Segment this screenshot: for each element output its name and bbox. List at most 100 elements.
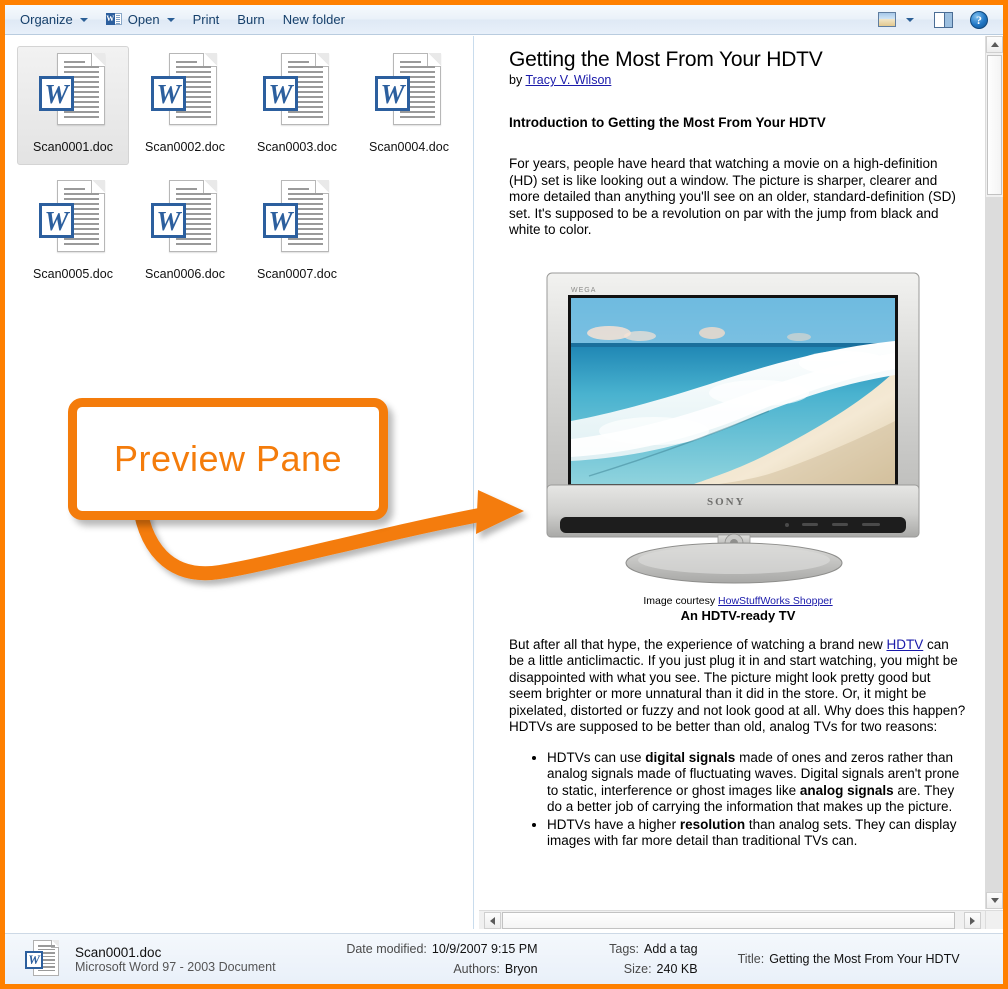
scroll-down-button[interactable]: [986, 892, 1003, 909]
chevron-down-icon: [166, 17, 175, 22]
file-name-label: Scan0004.doc: [369, 140, 449, 154]
scroll-up-button[interactable]: [986, 36, 1003, 53]
hdtv-illustration: WEGA SONY: [546, 272, 920, 583]
show-preview-pane-button[interactable]: [929, 8, 957, 32]
title-label: Title:: [737, 952, 765, 966]
image-courtesy: Image courtesy HowStuffWorks Shopper: [509, 595, 967, 607]
organize-label: Organize: [20, 12, 73, 27]
tags-label: Tags:: [609, 942, 640, 956]
date-modified-label: Date modified:: [346, 942, 427, 956]
preview-pane: Getting the Most From Your HDTV by Tracy…: [479, 36, 1003, 929]
chevron-down-icon: [906, 17, 914, 22]
image-courtesy-prefix: Image courtesy: [643, 594, 719, 607]
bullet-2-part-1: resolution: [679, 816, 746, 832]
date-modified-value: 10/9/2007 9:15 PM: [431, 942, 538, 956]
preview-document: Getting the Most From Your HDTV by Tracy…: [479, 36, 985, 909]
details-status-bar: W Scan0001.doc Microsoft Word 97 - 2003 …: [5, 933, 1003, 984]
triangle-up-icon: [990, 42, 999, 47]
bullet-1-part-0: HDTVs can use: [547, 749, 646, 765]
scroll-left-button[interactable]: [484, 912, 501, 929]
vertical-scroll-thumb[interactable]: [987, 55, 1002, 195]
file-name-label: Scan0005.doc: [33, 267, 113, 281]
new-folder-label: New folder: [282, 12, 345, 27]
document-heading: Introduction to Getting the Most From Yo…: [509, 115, 826, 130]
organize-button[interactable]: Organize: [11, 8, 97, 32]
file-item-scan0007[interactable]: W Scan0007.doc: [241, 173, 353, 292]
document-paragraph-1: For years, people have heard that watchi…: [509, 156, 956, 237]
document-title: Getting the Most From Your HDTV: [509, 48, 823, 71]
word-document-icon: W: [151, 180, 219, 262]
list-item: HDTVs can use digital signals made of on…: [547, 750, 967, 816]
tags-row: Tags: Add a tag: [578, 939, 698, 959]
word-badge: W: [39, 203, 74, 238]
bullet-1-part-1: digital signals: [645, 749, 736, 765]
help-button[interactable]: ?: [965, 8, 993, 32]
word-badge: W: [105, 13, 115, 25]
toolbar: Organize W Open Print Burn New folder ?: [5, 5, 1003, 35]
open-label: Open: [127, 12, 160, 27]
preview-vertical-scrollbar[interactable]: [985, 36, 1003, 909]
file-name-label: Scan0006.doc: [145, 267, 225, 281]
svg-text:SONY: SONY: [707, 496, 746, 508]
file-item-scan0003[interactable]: W Scan0003.doc: [241, 46, 353, 165]
scroll-right-button[interactable]: [964, 912, 981, 929]
word-document-icon: W: [39, 180, 107, 262]
annotation-callout: Preview Pane: [68, 398, 388, 520]
date-modified-row: Date modified: 10/9/2007 9:15 PM: [338, 939, 538, 959]
authors-row: Authors: Bryon: [338, 959, 538, 979]
image-courtesy-link[interactable]: HowStuffWorks Shopper: [718, 595, 833, 607]
change-view-dropdown[interactable]: [901, 8, 919, 32]
size-label: Size:: [623, 962, 652, 976]
metadata-group-tags-size: Tags: Add a tag Size: 240 KB: [578, 939, 698, 979]
author-link[interactable]: Tracy V. Wilson: [525, 73, 611, 87]
help-icon: ?: [970, 10, 988, 29]
file-name-label: Scan0003.doc: [257, 140, 337, 154]
word-document-icon: W: [263, 53, 331, 135]
file-summary: Scan0001.doc Microsoft Word 97 - 2003 Do…: [75, 945, 276, 974]
open-button[interactable]: W Open: [97, 8, 184, 32]
word-document-icon: W: [263, 180, 331, 262]
word-badge: W: [39, 76, 74, 111]
word-badge: W: [151, 203, 186, 238]
paragraph-2-part-a: But after all that hype, the experience …: [509, 636, 887, 652]
chevron-down-icon: [79, 17, 88, 22]
preview-pane-icon: [933, 11, 953, 28]
new-folder-button[interactable]: New folder: [274, 8, 354, 32]
tv-image: WEGA SONY: [509, 271, 967, 589]
size-row: Size: 240 KB: [578, 959, 698, 979]
print-label: Print: [192, 12, 220, 27]
burn-button[interactable]: Burn: [228, 8, 273, 32]
change-view-button[interactable]: [873, 8, 901, 32]
bullet-1-part-3: analog signals: [799, 782, 894, 798]
list-item: HDTVs have a higher resolution than anal…: [547, 817, 967, 850]
file-item-scan0001[interactable]: W Scan0001.doc: [17, 46, 129, 165]
title-row: Title: Getting the Most From Your HDTV: [738, 949, 960, 969]
word-document-icon: W: [151, 53, 219, 135]
file-item-scan0006[interactable]: W Scan0006.doc: [129, 173, 241, 292]
status-file-type: Microsoft Word 97 - 2003 Document: [75, 959, 276, 974]
title-value[interactable]: Getting the Most From Your HDTV: [769, 949, 959, 969]
bullet-2-part-0: HDTVs have a higher: [547, 816, 680, 832]
tags-value[interactable]: Add a tag: [644, 939, 698, 959]
document-byline: by Tracy V. Wilson: [509, 73, 967, 87]
document-bullet-list: HDTVs can use digital signals made of on…: [509, 750, 967, 850]
file-item-scan0002[interactable]: W Scan0002.doc: [129, 46, 241, 165]
word-lines: [114, 13, 122, 25]
print-button[interactable]: Print: [184, 8, 229, 32]
preview-horizontal-scrollbar[interactable]: [479, 910, 985, 929]
word-badge: W: [263, 203, 298, 238]
horizontal-scroll-thumb[interactable]: [502, 912, 955, 929]
hdtv-link[interactable]: HDTV: [887, 637, 924, 652]
size-value: 240 KB: [656, 962, 698, 976]
file-item-scan0004[interactable]: W Scan0004.doc: [353, 46, 465, 165]
annotation-label: Preview Pane: [113, 438, 343, 479]
authors-value[interactable]: Bryon: [505, 959, 538, 979]
metadata-group-date-authors: Date modified: 10/9/2007 9:15 PM Authors…: [338, 939, 538, 979]
file-item-scan0005[interactable]: W Scan0005.doc: [17, 173, 129, 292]
views-icon: [878, 12, 896, 27]
burn-label: Burn: [237, 12, 265, 27]
word-document-icon: W: [25, 939, 61, 979]
svg-text:WEGA: WEGA: [571, 287, 596, 294]
file-name-label: Scan0007.doc: [257, 267, 337, 281]
vertical-scroll-track[interactable]: [986, 197, 1003, 892]
